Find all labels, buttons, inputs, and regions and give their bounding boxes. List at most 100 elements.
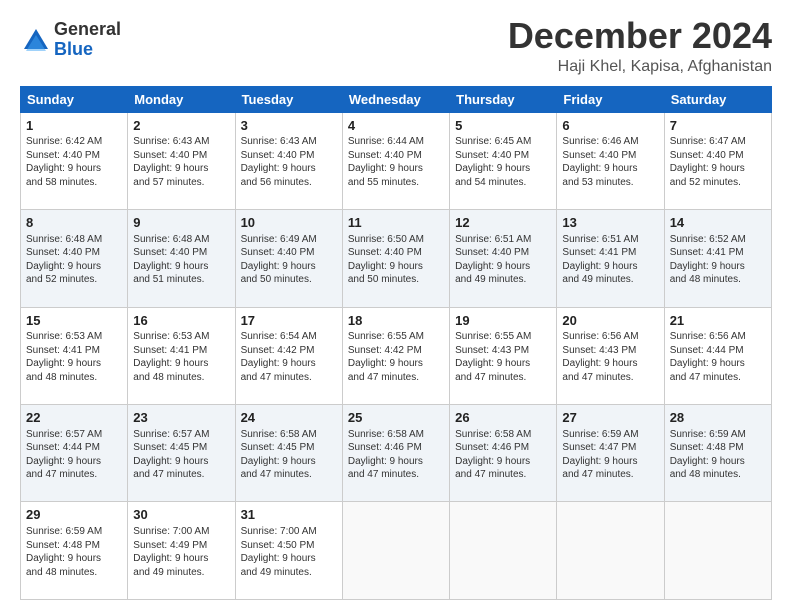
calendar-header-row: Sunday Monday Tuesday Wednesday Thursday… (21, 86, 772, 112)
day-number: 27 (562, 409, 658, 427)
day-number: 9 (133, 214, 229, 232)
day-number: 12 (455, 214, 551, 232)
calendar-week-row: 1Sunrise: 6:42 AMSunset: 4:40 PMDaylight… (21, 112, 772, 209)
day-number: 5 (455, 117, 551, 135)
day-number: 1 (26, 117, 122, 135)
table-row: 12Sunrise: 6:51 AMSunset: 4:40 PMDayligh… (450, 210, 557, 307)
table-row: 13Sunrise: 6:51 AMSunset: 4:41 PMDayligh… (557, 210, 664, 307)
table-row: 30Sunrise: 7:00 AMSunset: 4:49 PMDayligh… (128, 502, 235, 600)
day-info: Sunrise: 6:49 AMSunset: 4:40 PMDaylight:… (241, 233, 337, 287)
day-info: Sunrise: 6:56 AMSunset: 4:43 PMDaylight:… (562, 330, 658, 384)
day-number: 4 (348, 117, 444, 135)
day-info: Sunrise: 6:42 AMSunset: 4:40 PMDaylight:… (26, 135, 122, 189)
table-row: 14Sunrise: 6:52 AMSunset: 4:41 PMDayligh… (664, 210, 771, 307)
table-row: 16Sunrise: 6:53 AMSunset: 4:41 PMDayligh… (128, 307, 235, 404)
day-info: Sunrise: 6:57 AMSunset: 4:45 PMDaylight:… (133, 428, 229, 482)
calendar-week-row: 22Sunrise: 6:57 AMSunset: 4:44 PMDayligh… (21, 405, 772, 502)
location-title: Haji Khel, Kapisa, Afghanistan (508, 58, 772, 76)
day-number: 19 (455, 312, 551, 330)
day-info: Sunrise: 6:48 AMSunset: 4:40 PMDaylight:… (26, 233, 122, 287)
day-info: Sunrise: 6:51 AMSunset: 4:40 PMDaylight:… (455, 233, 551, 287)
day-number: 31 (241, 506, 337, 524)
day-number: 13 (562, 214, 658, 232)
day-info: Sunrise: 6:46 AMSunset: 4:40 PMDaylight:… (562, 135, 658, 189)
table-row: 5Sunrise: 6:45 AMSunset: 4:40 PMDaylight… (450, 112, 557, 209)
table-row: 10Sunrise: 6:49 AMSunset: 4:40 PMDayligh… (235, 210, 342, 307)
table-row (557, 502, 664, 600)
day-number: 24 (241, 409, 337, 427)
day-info: Sunrise: 6:53 AMSunset: 4:41 PMDaylight:… (26, 330, 122, 384)
calendar: Sunday Monday Tuesday Wednesday Thursday… (20, 86, 772, 600)
table-row: 3Sunrise: 6:43 AMSunset: 4:40 PMDaylight… (235, 112, 342, 209)
table-row: 28Sunrise: 6:59 AMSunset: 4:48 PMDayligh… (664, 405, 771, 502)
day-number: 10 (241, 214, 337, 232)
calendar-week-row: 15Sunrise: 6:53 AMSunset: 4:41 PMDayligh… (21, 307, 772, 404)
calendar-week-row: 29Sunrise: 6:59 AMSunset: 4:48 PMDayligh… (21, 502, 772, 600)
day-number: 22 (26, 409, 122, 427)
day-info: Sunrise: 6:51 AMSunset: 4:41 PMDaylight:… (562, 233, 658, 287)
logo-line2: Blue (54, 40, 121, 60)
col-sunday: Sunday (21, 86, 128, 112)
table-row: 9Sunrise: 6:48 AMSunset: 4:40 PMDaylight… (128, 210, 235, 307)
table-row: 24Sunrise: 6:58 AMSunset: 4:45 PMDayligh… (235, 405, 342, 502)
table-row: 22Sunrise: 6:57 AMSunset: 4:44 PMDayligh… (21, 405, 128, 502)
logo-icon (20, 25, 50, 55)
day-info: Sunrise: 6:58 AMSunset: 4:46 PMDaylight:… (455, 428, 551, 482)
table-row: 20Sunrise: 6:56 AMSunset: 4:43 PMDayligh… (557, 307, 664, 404)
col-friday: Friday (557, 86, 664, 112)
header: General Blue December 2024 Haji Khel, Ka… (20, 16, 772, 76)
table-row (342, 502, 449, 600)
table-row: 21Sunrise: 6:56 AMSunset: 4:44 PMDayligh… (664, 307, 771, 404)
day-number: 29 (26, 506, 122, 524)
table-row: 7Sunrise: 6:47 AMSunset: 4:40 PMDaylight… (664, 112, 771, 209)
day-number: 21 (670, 312, 766, 330)
table-row: 25Sunrise: 6:58 AMSunset: 4:46 PMDayligh… (342, 405, 449, 502)
day-info: Sunrise: 6:43 AMSunset: 4:40 PMDaylight:… (241, 135, 337, 189)
day-number: 28 (670, 409, 766, 427)
day-info: Sunrise: 6:55 AMSunset: 4:43 PMDaylight:… (455, 330, 551, 384)
day-number: 14 (670, 214, 766, 232)
table-row: 4Sunrise: 6:44 AMSunset: 4:40 PMDaylight… (342, 112, 449, 209)
day-number: 15 (26, 312, 122, 330)
col-wednesday: Wednesday (342, 86, 449, 112)
col-tuesday: Tuesday (235, 86, 342, 112)
day-number: 23 (133, 409, 229, 427)
table-row: 2Sunrise: 6:43 AMSunset: 4:40 PMDaylight… (128, 112, 235, 209)
table-row: 18Sunrise: 6:55 AMSunset: 4:42 PMDayligh… (342, 307, 449, 404)
day-number: 11 (348, 214, 444, 232)
day-info: Sunrise: 6:58 AMSunset: 4:46 PMDaylight:… (348, 428, 444, 482)
table-row: 11Sunrise: 6:50 AMSunset: 4:40 PMDayligh… (342, 210, 449, 307)
table-row: 19Sunrise: 6:55 AMSunset: 4:43 PMDayligh… (450, 307, 557, 404)
day-info: Sunrise: 6:44 AMSunset: 4:40 PMDaylight:… (348, 135, 444, 189)
day-info: Sunrise: 6:48 AMSunset: 4:40 PMDaylight:… (133, 233, 229, 287)
day-number: 16 (133, 312, 229, 330)
day-info: Sunrise: 6:57 AMSunset: 4:44 PMDaylight:… (26, 428, 122, 482)
day-number: 30 (133, 506, 229, 524)
calendar-week-row: 8Sunrise: 6:48 AMSunset: 4:40 PMDaylight… (21, 210, 772, 307)
day-info: Sunrise: 6:47 AMSunset: 4:40 PMDaylight:… (670, 135, 766, 189)
title-block: December 2024 Haji Khel, Kapisa, Afghani… (508, 16, 772, 76)
day-number: 20 (562, 312, 658, 330)
day-info: Sunrise: 6:59 AMSunset: 4:48 PMDaylight:… (26, 525, 122, 579)
day-info: Sunrise: 6:52 AMSunset: 4:41 PMDaylight:… (670, 233, 766, 287)
day-number: 6 (562, 117, 658, 135)
day-info: Sunrise: 6:59 AMSunset: 4:48 PMDaylight:… (670, 428, 766, 482)
month-title: December 2024 (508, 16, 772, 56)
day-number: 25 (348, 409, 444, 427)
day-number: 26 (455, 409, 551, 427)
day-number: 3 (241, 117, 337, 135)
day-number: 7 (670, 117, 766, 135)
table-row (450, 502, 557, 600)
table-row: 29Sunrise: 6:59 AMSunset: 4:48 PMDayligh… (21, 502, 128, 600)
day-info: Sunrise: 7:00 AMSunset: 4:50 PMDaylight:… (241, 525, 337, 579)
page: General Blue December 2024 Haji Khel, Ka… (0, 0, 792, 612)
table-row: 23Sunrise: 6:57 AMSunset: 4:45 PMDayligh… (128, 405, 235, 502)
day-number: 2 (133, 117, 229, 135)
logo-line1: General (54, 20, 121, 40)
day-info: Sunrise: 6:50 AMSunset: 4:40 PMDaylight:… (348, 233, 444, 287)
col-monday: Monday (128, 86, 235, 112)
table-row: 27Sunrise: 6:59 AMSunset: 4:47 PMDayligh… (557, 405, 664, 502)
day-info: Sunrise: 6:58 AMSunset: 4:45 PMDaylight:… (241, 428, 337, 482)
table-row: 1Sunrise: 6:42 AMSunset: 4:40 PMDaylight… (21, 112, 128, 209)
day-info: Sunrise: 7:00 AMSunset: 4:49 PMDaylight:… (133, 525, 229, 579)
